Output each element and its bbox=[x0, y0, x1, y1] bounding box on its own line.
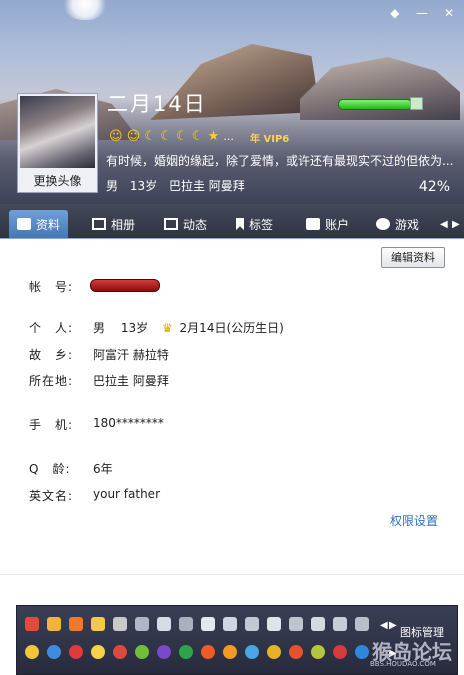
completion-percent: 42% bbox=[418, 179, 450, 195]
avatar-image bbox=[20, 96, 95, 168]
badge-icon[interactable] bbox=[311, 617, 325, 631]
qage-label: Q 龄: bbox=[29, 462, 71, 476]
tab-album[interactable]: 相册 bbox=[92, 210, 135, 238]
window-controls: ◆ — ✕ bbox=[384, 2, 460, 20]
moon-icon: ☾ bbox=[160, 129, 172, 144]
badge-icon[interactable] bbox=[91, 645, 105, 659]
qage-value: 6年 bbox=[93, 462, 113, 476]
tab-tags[interactable]: 标签 bbox=[236, 210, 273, 238]
badge-icon[interactable] bbox=[25, 617, 39, 631]
skin-icon[interactable]: ◆ bbox=[384, 6, 406, 20]
english-name-value: your father bbox=[93, 487, 161, 501]
avatar[interactable]: 更换头像 bbox=[17, 93, 98, 193]
permission-settings-link[interactable]: 权限设置 bbox=[390, 512, 438, 529]
account-label: 帐 号: bbox=[29, 280, 74, 294]
moon-decoration bbox=[62, 0, 108, 20]
divider bbox=[0, 574, 464, 575]
badge-icon[interactable] bbox=[25, 645, 39, 659]
moon-icon: ☾ bbox=[176, 129, 188, 144]
english-name-label: 英文名: bbox=[29, 489, 74, 503]
phone-label: 手 机: bbox=[29, 418, 74, 432]
crown-icon: ♛ bbox=[161, 321, 173, 335]
profile-content: 编辑资料 帐 号: 个 人: 男 13岁 ♛ 2月14日(公历生日) 故 乡: … bbox=[0, 239, 464, 597]
hometown-value: 阿富汗 赫拉特 bbox=[93, 348, 169, 362]
minimize-button[interactable]: — bbox=[411, 6, 433, 20]
account-redacted bbox=[90, 279, 160, 292]
badge-icon[interactable] bbox=[223, 645, 237, 659]
tab-bar: 资料 相册 动态 标签 账户 游戏 ◀ ▶ bbox=[0, 204, 464, 239]
badge-icon[interactable] bbox=[69, 617, 83, 631]
badge-icon[interactable] bbox=[135, 617, 149, 631]
badge-icon[interactable] bbox=[113, 617, 127, 631]
badge-icon[interactable] bbox=[355, 645, 369, 659]
badge-icon[interactable] bbox=[333, 617, 347, 631]
badge-icon[interactable] bbox=[223, 617, 237, 631]
gender: 男 bbox=[106, 179, 119, 193]
location: 巴拉圭 阿曼拜 bbox=[168, 179, 245, 193]
age: 13岁 bbox=[129, 179, 158, 193]
badge-icon[interactable] bbox=[289, 617, 303, 631]
nickname: 二月14日 bbox=[107, 92, 207, 116]
tab-account[interactable]: 账户 bbox=[306, 210, 349, 238]
badge-icon[interactable] bbox=[311, 645, 325, 659]
badge-icon[interactable] bbox=[157, 645, 171, 659]
level-icon bbox=[410, 97, 423, 110]
change-avatar-button[interactable]: 更换头像 bbox=[18, 172, 97, 189]
badge-icon[interactable] bbox=[245, 645, 259, 659]
badge-icon[interactable] bbox=[245, 617, 259, 631]
star-icon: ★ bbox=[207, 129, 220, 144]
phone-value: 180******** bbox=[93, 416, 164, 430]
badge-icon[interactable] bbox=[179, 645, 193, 659]
tab-scroll-left-button[interactable]: ◀ bbox=[440, 210, 448, 238]
location-value: 巴拉圭 阿曼拜 bbox=[93, 374, 169, 388]
level-icons-row: ☺ ☺ ☾ ☾ ☾ ☾ ★ ... bbox=[109, 129, 234, 144]
signature: 有时候，婚姻的缘起，除了爱情，或许还有最现实不过的但依为... bbox=[106, 154, 454, 168]
badge-icon[interactable] bbox=[47, 617, 61, 631]
badge-icon[interactable] bbox=[69, 645, 83, 659]
badge-icon[interactable] bbox=[47, 645, 61, 659]
tab-games[interactable]: 游戏 bbox=[376, 210, 419, 238]
bookmark-icon bbox=[236, 218, 244, 230]
badge-icon[interactable] bbox=[201, 617, 215, 631]
moon-icon: ☾ bbox=[144, 129, 157, 144]
badge-icon[interactable] bbox=[201, 645, 215, 659]
watermark-url: BBS.HOUDAO.COM bbox=[370, 660, 436, 668]
tab-profile[interactable]: 资料 bbox=[9, 210, 69, 238]
badge-icon[interactable] bbox=[135, 645, 149, 659]
badge-icon[interactable] bbox=[355, 617, 369, 631]
tab-feed[interactable]: 动态 bbox=[164, 210, 207, 238]
vip-badge[interactable]: 年 VIP6 bbox=[250, 130, 289, 145]
tab-scroll-right-button[interactable]: ▶ bbox=[452, 210, 460, 238]
profile-card-icon bbox=[17, 218, 31, 230]
icon-panel-next-button[interactable]: ▶ bbox=[389, 620, 397, 631]
badge-icon[interactable] bbox=[333, 645, 347, 659]
briefcase-icon bbox=[306, 218, 320, 230]
profile-header: ◆ — ✕ 更换头像 二月14日 ☺ ☺ ☾ ☾ ☾ ☾ ★ ... 年 VIP… bbox=[0, 0, 464, 204]
basic-info: 男 13岁 巴拉圭 阿曼拜 bbox=[106, 177, 253, 194]
hometown-label: 故 乡: bbox=[29, 348, 74, 362]
sun-icon: ☺ bbox=[126, 129, 141, 144]
level-bar bbox=[338, 99, 412, 110]
personal-label: 个 人: bbox=[29, 321, 74, 335]
game-icon bbox=[376, 218, 390, 230]
moon-icon: ☾ bbox=[191, 129, 204, 144]
badge-icon[interactable] bbox=[113, 645, 127, 659]
photo-album-icon bbox=[92, 218, 106, 230]
location-label: 所在地: bbox=[29, 374, 74, 388]
badge-icon[interactable] bbox=[179, 617, 193, 631]
sun-icon: ☺ bbox=[109, 129, 123, 144]
close-button[interactable]: ✕ bbox=[438, 6, 460, 20]
badge-icon[interactable] bbox=[91, 617, 105, 631]
badge-icon[interactable] bbox=[267, 645, 281, 659]
icon-panel-prev-button[interactable]: ◀ bbox=[380, 620, 388, 631]
badge-icon[interactable] bbox=[289, 645, 303, 659]
badge-icon[interactable] bbox=[157, 617, 171, 631]
edit-profile-button[interactable]: 编辑资料 bbox=[381, 247, 445, 268]
feed-icon bbox=[164, 218, 178, 230]
badge-icon[interactable] bbox=[267, 617, 281, 631]
personal-value: 男 13岁 ♛ 2月14日(公历生日) bbox=[93, 321, 284, 335]
